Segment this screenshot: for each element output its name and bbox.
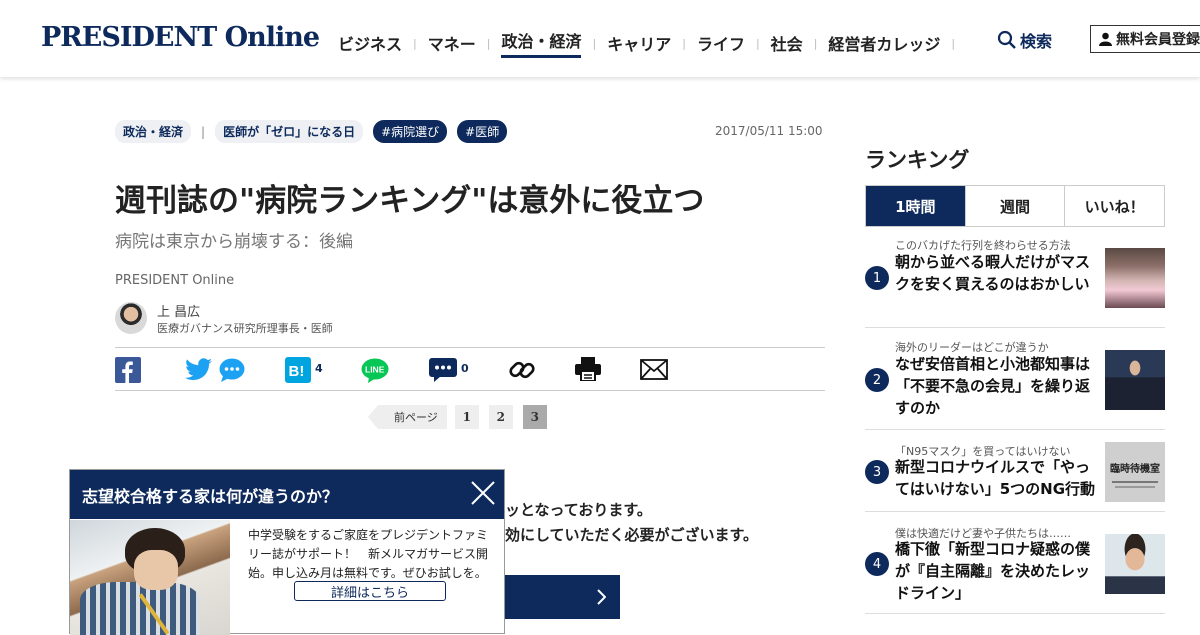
- page-2-button[interactable]: 2: [488, 405, 513, 429]
- politician-photo: [1105, 350, 1165, 410]
- site-header: PRESIDENT Online ビジネス | マネー | 政治・経済 | キャ…: [0, 0, 1200, 77]
- rank-headline: 新型コロナウイルスで「やってはいけない」5つのNG行動: [895, 458, 1096, 498]
- ranking-tabs: 1時間 週間 いいね！: [865, 185, 1165, 227]
- rank-headline: 朝から並べる暇人だけがマスクを安く買えるのはおかしい: [895, 253, 1091, 293]
- print-icon[interactable]: [575, 357, 601, 381]
- ranking-item[interactable]: 3 「N95マスク」を買ってはいけない 新型コロナウイルスで「やってはいけない」…: [865, 440, 1165, 512]
- hashtag-doctor[interactable]: #医師: [457, 120, 508, 143]
- rank-number: 1: [865, 266, 889, 290]
- studying-child-image: [70, 520, 230, 635]
- category-tag[interactable]: 政治・経済: [115, 120, 192, 143]
- page-1-button[interactable]: 1: [454, 405, 479, 429]
- nav-item-executive-college[interactable]: 経営者カレッジ: [828, 31, 940, 55]
- share-bar: B! 4 LINE 0: [115, 347, 825, 391]
- hatena-bookmark-icon[interactable]: B!: [285, 357, 311, 383]
- ranking-item[interactable]: 4 僕は快適だけど妻や子供たちは…… 橋下徹「新型コロナ疑惑の僕が『自主隔離』を…: [865, 522, 1165, 614]
- nav-item-money[interactable]: マネー: [428, 31, 476, 55]
- hatena-count: 4: [315, 362, 323, 375]
- rank-headline: 橋下徹「新型コロナ疑惑の僕が『自主隔離』を決めたレッドライン」: [895, 540, 1091, 602]
- chevron-right-icon: [597, 589, 606, 605]
- search-button[interactable]: 検索: [997, 28, 1052, 52]
- main-nav: ビジネス | マネー | 政治・経済 | キャリア | ライフ | 社会 | 経…: [338, 28, 966, 58]
- site-logo[interactable]: PRESIDENT Online: [41, 22, 320, 53]
- svg-text:LINE: LINE: [365, 365, 385, 375]
- nav-item-life[interactable]: ライフ: [697, 31, 745, 55]
- svg-text:B!: B!: [289, 363, 305, 380]
- rank-number: 4: [865, 552, 889, 576]
- notice-sign-text: 臨時待機室: [1110, 464, 1160, 475]
- rank-number: 3: [865, 460, 889, 484]
- body-text: 効にしていただく必要がございます。: [505, 526, 759, 544]
- nav-separator: |: [592, 36, 597, 50]
- notice-photo: 臨時待機室: [1105, 442, 1165, 502]
- rank-number: 2: [865, 368, 889, 392]
- nav-separator: |: [682, 36, 686, 50]
- page-3-current: 3: [522, 405, 547, 429]
- article-source: PRESIDENT Online: [115, 273, 235, 288]
- series-tag[interactable]: 医師が「ゼロ」になる日: [215, 120, 364, 143]
- popup-header: 志望校合格する家は何が違うのか？: [70, 470, 504, 519]
- tab-likes[interactable]: いいね！: [1064, 186, 1164, 226]
- portrait-photo: [1105, 534, 1165, 594]
- user-icon: [1099, 32, 1112, 46]
- twitter-more-icon[interactable]: [219, 358, 245, 382]
- nav-separator: |: [486, 36, 491, 50]
- mail-icon[interactable]: [640, 359, 668, 380]
- crowd-photo: [1105, 248, 1165, 308]
- search-label: 検索: [1020, 32, 1053, 51]
- tab-weekly[interactable]: 週間: [964, 186, 1065, 226]
- nav-separator: |: [813, 36, 818, 50]
- nav-item-politics-economy[interactable]: 政治・経済: [501, 28, 582, 58]
- ranking-title: ランキング: [865, 148, 970, 172]
- article-tags: 政治・経済 | 医師が「ゼロ」になる日 #病院選び #医師: [115, 120, 508, 143]
- nav-item-society[interactable]: 社会: [771, 31, 803, 55]
- facebook-icon[interactable]: [115, 357, 141, 383]
- tab-1-hour[interactable]: 1時間: [866, 186, 965, 226]
- body-text: ッとなっております。: [505, 501, 652, 519]
- popup-title: 志望校合格する家は何が違うのか？: [82, 486, 339, 506]
- close-icon[interactable]: [470, 480, 496, 506]
- nav-item-career[interactable]: キャリア: [607, 31, 671, 55]
- member-register-label: 無料会員登録: [1116, 32, 1200, 48]
- twitter-icon[interactable]: [185, 358, 213, 382]
- comment-count: 0: [461, 362, 469, 375]
- member-register-button[interactable]: 無料会員登録: [1090, 25, 1200, 53]
- ranking-item[interactable]: 2 海外のリーダーはどこが違うか なぜ安倍首相と小池都知事は「不要不急の会見」を…: [865, 338, 1165, 430]
- nav-item-business[interactable]: ビジネス: [338, 31, 402, 55]
- author-title: 医療ガバナンス研究所理事長・医師: [157, 322, 333, 335]
- search-icon: [997, 30, 1016, 49]
- comment-icon[interactable]: [429, 358, 457, 382]
- newsletter-popup: 志望校合格する家は何が違うのか？ 中学受験をするご家庭をプレジデントファミリー誌…: [69, 469, 505, 635]
- ranking-item[interactable]: 1 このバカげた行列を終わらせる方法 朝から並べる暇人だけがマスクを安く買えるの…: [865, 236, 1165, 328]
- popup-description: 中学受験をするご家庭をプレジデントファミリー誌がサポート！ 新メルマガサービス開…: [248, 528, 489, 580]
- publish-date: 2017/05/11 15:00: [715, 124, 823, 138]
- link-icon[interactable]: [508, 356, 536, 384]
- article-subtitle: 病院は東京から崩壊する：後編: [115, 232, 353, 252]
- popup-details-button[interactable]: 詳細はこちら: [294, 581, 446, 601]
- rank-headline: なぜ安倍首相と小池都知事は「不要不急の会見」を繰り返すのか: [895, 355, 1091, 417]
- pagination: 前ページ 1 2 3: [368, 405, 557, 429]
- hashtag-hospital-choice[interactable]: #病院選び: [373, 120, 448, 143]
- nav-separator: |: [755, 36, 760, 50]
- prev-page-button[interactable]: 前ページ: [368, 405, 447, 429]
- nav-separator: |: [413, 36, 417, 50]
- nav-separator: |: [951, 36, 956, 50]
- line-icon[interactable]: LINE: [361, 358, 389, 383]
- article-title: 週刊誌の"病院ランキング"は意外に役立つ: [115, 183, 705, 219]
- tag-separator: |: [201, 124, 206, 139]
- author-avatar[interactable]: [115, 302, 147, 334]
- login-button[interactable]: [505, 575, 620, 619]
- author-name[interactable]: 上 昌広: [157, 301, 200, 320]
